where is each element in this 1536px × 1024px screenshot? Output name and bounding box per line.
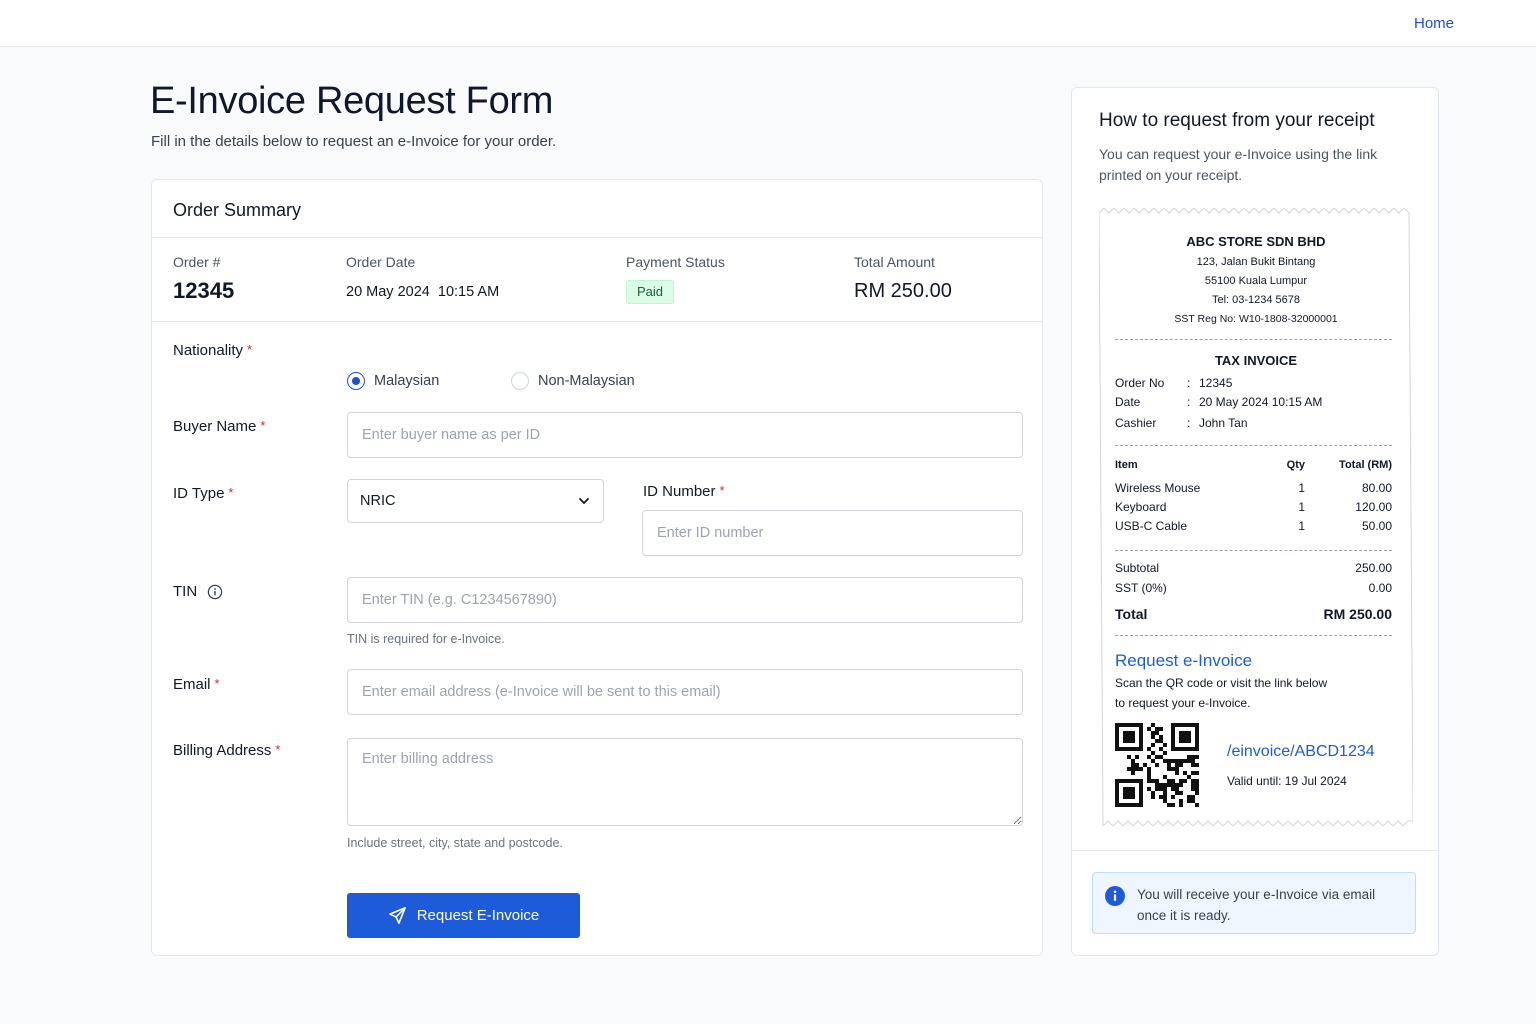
receipt-request-title: Request e-Invoice — [1115, 651, 1253, 670]
radio-button-checked[interactable] — [347, 372, 365, 390]
radio-button[interactable] — [511, 372, 529, 390]
total-amount-value: RM 250.00 — [854, 280, 952, 302]
receipt-valid-until: Valid until: 19 Jul 2024 — [1227, 774, 1347, 788]
receipt-meta-value: 12345 — [1199, 376, 1233, 390]
email-label: Email * — [173, 676, 220, 693]
qr-code-icon — [1115, 723, 1199, 807]
radio-malaysian[interactable]: Malaysian — [347, 372, 439, 390]
info-filled-icon — [1105, 886, 1125, 906]
help-description: You can request your e-Invoice using the… — [1099, 146, 1378, 183]
email-input[interactable] — [347, 669, 1023, 715]
receipt-divider — [1115, 339, 1392, 340]
order-number-value: 12345 — [173, 278, 235, 303]
status-badge: Paid — [626, 280, 675, 304]
receipt-item-name: USB-C Cable — [1115, 519, 1188, 533]
receipt-col-qty: Qty — [1286, 459, 1305, 471]
email-notice: You will receive your e-Invoice via emai… — [1092, 872, 1416, 934]
receipt-subtotal-label: Subtotal — [1115, 561, 1160, 575]
receipt-divider — [1115, 550, 1392, 551]
receipt-sst-value: 0.00 — [1368, 581, 1392, 595]
receipt-item-qty: 1 — [1298, 519, 1305, 533]
top-navbar: Home — [0, 0, 1536, 47]
receipt-total-label: Total — [1115, 606, 1148, 622]
id-type-select[interactable]: NRIC — [347, 479, 604, 523]
receipt-meta-value: 20 May 2024 10:15 AM — [1199, 395, 1323, 409]
receipt-request-line-2: to request your e-Invoice. — [1115, 696, 1251, 710]
receipt-help-card: How to request from your receipt You can… — [1071, 87, 1439, 956]
id-number-label: ID Number * — [643, 483, 725, 500]
receipt-einvoice-link[interactable]: /einvoice/ABCD1234 — [1227, 743, 1375, 761]
receipt-col-item: Item — [1115, 459, 1138, 471]
receipt-meta-value: John Tan — [1199, 416, 1248, 430]
receipt-item-total: 80.00 — [1361, 481, 1392, 495]
receipt-total-value: RM 250.00 — [1323, 606, 1392, 622]
button-label: Request E-Invoice — [416, 907, 540, 924]
receipt-meta-sep: : — [1187, 416, 1191, 430]
receipt-item-name: Keyboard — [1115, 500, 1167, 514]
receipt-divider — [1115, 445, 1392, 446]
radio-label: Malaysian — [374, 373, 440, 389]
id-type-value: NRIC — [360, 493, 396, 509]
tin-input[interactable] — [347, 577, 1023, 623]
receipt-item-total: 50.00 — [1361, 519, 1392, 533]
sample-receipt: ABC STORE SDN BHD 123, Jalan Bukit Binta… — [1099, 208, 1413, 826]
receipt-item-total: 120.00 — [1355, 500, 1392, 514]
receipt-meta-sep: : — [1187, 376, 1191, 390]
order-date-label: Order Date — [346, 254, 416, 270]
order-date-value: 20 May 2024 10:15 AM — [346, 284, 500, 300]
receipt-subtotal-value: 250.00 — [1355, 561, 1392, 575]
email-notice-text: You will receive your e-Invoice via emai… — [1137, 887, 1376, 923]
buyer-name-input[interactable] — [347, 412, 1023, 458]
nationality-label: Nationality * — [173, 342, 253, 359]
billing-address-textarea[interactable] — [347, 738, 1023, 826]
receipt-tel: Tel: 03-1234 5678 — [1211, 294, 1301, 306]
divider — [152, 237, 1042, 238]
receipt-store-name: ABC STORE SDN BHD — [1186, 234, 1326, 249]
receipt-sst-label: SST (0%) — [1115, 581, 1167, 595]
page-title: E-Invoice Request Form — [150, 80, 554, 122]
receipt-doc-title: TAX INVOICE — [1214, 353, 1298, 368]
receipt-item-qty: 1 — [1298, 500, 1305, 514]
receipt-address-1: 123, Jalan Bukit Bintang — [1196, 256, 1316, 268]
divider — [1072, 850, 1438, 851]
receipt-meta-label: Cashier — [1115, 416, 1157, 430]
home-link[interactable]: Home — [1414, 15, 1454, 32]
order-summary-title: Order Summary — [173, 200, 302, 220]
page-subtitle: Fill in the details below to request an … — [151, 133, 557, 150]
id-type-label: ID Type * — [173, 485, 234, 502]
receipt-divider — [1115, 635, 1392, 636]
help-title: How to request from your receipt — [1099, 110, 1375, 131]
tin-label: TIN — [173, 583, 223, 600]
order-number-label: Order # — [173, 254, 221, 270]
info-circle-icon[interactable] — [207, 584, 223, 600]
receipt-sst-reg: SST Reg No: W10-1808-32000001 — [1174, 313, 1338, 325]
receipt-address-2: 55100 Kuala Lumpur — [1204, 275, 1308, 287]
divider — [152, 321, 1042, 322]
request-e-invoice-button[interactable]: Request E-Invoice — [347, 893, 580, 938]
receipt-meta-label: Order No — [1115, 376, 1165, 390]
receipt-item-qty: 1 — [1298, 481, 1305, 495]
receipt-meta-label: Date — [1115, 395, 1141, 409]
receipt-item-name: Wireless Mouse — [1115, 481, 1201, 495]
tin-hint: TIN is required for e-Invoice. — [347, 632, 505, 646]
payment-status-label: Payment Status — [626, 254, 725, 270]
billing-address-label: Billing Address * — [173, 742, 281, 759]
id-number-input[interactable] — [642, 510, 1023, 556]
send-icon — [388, 907, 406, 924]
billing-address-hint: Include street, city, state and postcode… — [347, 836, 563, 850]
receipt-col-total: Total (RM) — [1339, 459, 1392, 471]
radio-non-malaysian[interactable]: Non-Malaysian — [511, 372, 635, 390]
request-form-card: Order Summary Order # 12345 Order Date 2… — [151, 179, 1043, 956]
total-amount-label: Total Amount — [854, 254, 935, 270]
chevron-down-icon — [579, 498, 589, 504]
buyer-name-label: Buyer Name * — [173, 418, 266, 435]
receipt-request-line-1: Scan the QR code or visit the link below — [1115, 676, 1328, 690]
receipt-meta-sep: : — [1187, 395, 1191, 409]
radio-label: Non-Malaysian — [538, 373, 635, 389]
